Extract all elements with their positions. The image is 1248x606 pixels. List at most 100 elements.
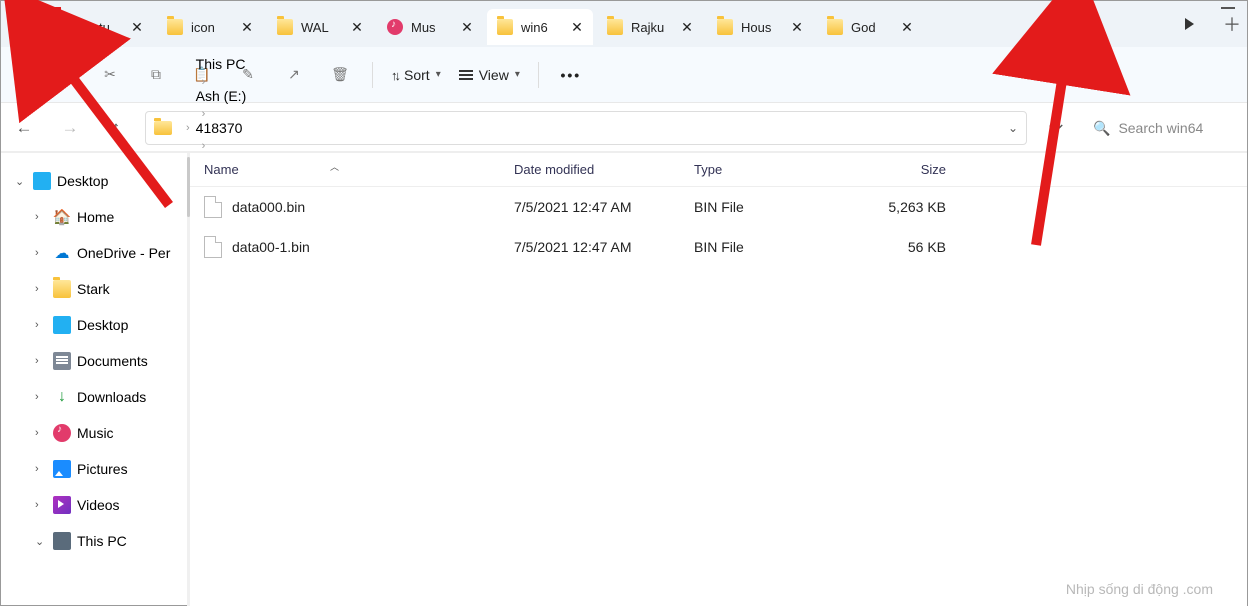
chevron-icon[interactable]: ⌄ (35, 535, 47, 548)
sidebar-item-label: Documents (77, 353, 148, 369)
tab-close-button[interactable]: ✕ (787, 17, 807, 37)
tab-god[interactable]: God ✕ (817, 9, 923, 45)
sidebar-item-this-pc[interactable]: ⌄ This PC (1, 523, 187, 559)
sidebar-item-label: Desktop (77, 317, 128, 333)
doc-icon (53, 352, 71, 370)
tab-close-button[interactable]: ✕ (347, 17, 367, 37)
chevron-icon[interactable]: › (35, 499, 47, 511)
sidebar-item-desktop[interactable]: › Desktop (1, 307, 187, 343)
search-placeholder: Search win64 (1118, 120, 1203, 136)
toolbar: ＋ ✂ ⧉ 📋 ✎ ↗ 🗑 Sort▾ View▾ ••• (1, 47, 1247, 103)
sidebar-item-label: Downloads (77, 389, 146, 405)
chevron-down-icon[interactable]: ⌄ (15, 175, 27, 188)
column-date[interactable]: Date modified (500, 162, 680, 177)
chevron-icon[interactable]: › (35, 247, 47, 259)
chevron-icon[interactable]: › (35, 463, 47, 475)
tab-label: Hous (741, 20, 781, 35)
sort-button[interactable]: Sort▾ (385, 67, 447, 83)
breadcrumb-segment[interactable]: This PC (196, 56, 270, 72)
view-button[interactable]: View▾ (453, 67, 526, 83)
chevron-icon[interactable]: › (35, 391, 47, 403)
desk-icon (53, 316, 71, 334)
back-button[interactable]: ← (7, 111, 41, 145)
column-size[interactable]: Size (830, 162, 960, 177)
pic-icon (53, 460, 71, 478)
search-input[interactable]: 🔍 Search win64 (1085, 111, 1235, 145)
tab-rajku[interactable]: Rajku ✕ (597, 9, 703, 45)
share-button[interactable]: ↗ (274, 55, 314, 95)
tab-close-button[interactable]: ✕ (457, 17, 477, 37)
folder-icon (154, 121, 172, 135)
music-icon (387, 19, 403, 35)
chevron-icon[interactable]: › (35, 319, 47, 331)
refresh-button[interactable]: ⟳ (1039, 111, 1073, 145)
tab-close-button[interactable]: ✕ (567, 17, 587, 37)
sidebar-item-music[interactable]: › Music (1, 415, 187, 451)
tab-icon[interactable]: icon ✕ (157, 9, 263, 45)
address-row: ← → ↑ › This PC›Ash (E:)›418370›remote›w… (1, 103, 1247, 152)
sidebar-item-documents[interactable]: › Documents (1, 343, 187, 379)
sidebar-item-pictures[interactable]: › Pictures (1, 451, 187, 487)
breadcrumb-segment[interactable]: 418370 (196, 120, 270, 136)
tab-close-button[interactable]: ✕ (897, 17, 917, 37)
search-icon: 🔍 (1093, 120, 1110, 137)
tab-close-button[interactable]: ✕ (677, 17, 697, 37)
sidebar-item-videos[interactable]: › Videos (1, 487, 187, 523)
file-size: 56 KB (830, 239, 960, 255)
new-item-button[interactable]: ＋ (15, 64, 37, 86)
desktop-icon (33, 172, 51, 190)
tab-label: WAL (301, 20, 341, 35)
tab-label: Pictu (81, 20, 121, 35)
chevron-icon[interactable]: › (35, 211, 47, 223)
sidebar-item-label: This PC (77, 533, 127, 549)
triangle-left-icon (19, 18, 28, 30)
file-row[interactable]: data000.bin 7/5/2021 12:47 AM BIN File 5… (190, 187, 1247, 227)
file-date: 7/5/2021 12:47 AM (500, 199, 680, 215)
tab-label: win6 (521, 20, 561, 35)
tab-label: Mus (411, 20, 451, 35)
tab-strip: Pictu ✕ icon ✕ WAL ✕ Mus ✕ win6 ✕ Rajku … (1, 1, 1247, 47)
column-type[interactable]: Type (680, 162, 830, 177)
file-icon (204, 236, 222, 258)
chevron-icon[interactable]: › (35, 283, 47, 295)
breadcrumb-bar[interactable]: › This PC›Ash (E:)›418370›remote›win64_s… (145, 111, 1027, 145)
forward-button[interactable]: → (53, 111, 87, 145)
sidebar-root-desktop[interactable]: ⌄ Desktop (1, 163, 187, 199)
file-row[interactable]: data00-1.bin 7/5/2021 12:47 AM BIN File … (190, 227, 1247, 267)
breadcrumb-segment[interactable]: Ash (E:) (196, 88, 270, 104)
sidebar-item-label: Stark (77, 281, 110, 297)
sidebar-resize-handle[interactable] (187, 153, 190, 606)
sidebar-item-label: Music (77, 425, 114, 441)
sidebar-item-label: Videos (77, 497, 120, 513)
copy-button[interactable]: ⧉ (136, 55, 176, 95)
column-name[interactable]: ︿Name (190, 162, 500, 177)
tab-pictu[interactable]: Pictu ✕ (47, 9, 153, 45)
chevron-icon[interactable]: › (35, 427, 47, 439)
sidebar-item-home[interactable]: › Home (1, 199, 187, 235)
tab-close-button[interactable]: ✕ (127, 17, 147, 37)
tab-wal[interactable]: WAL ✕ (267, 9, 373, 45)
chevron-icon[interactable]: › (35, 355, 47, 367)
pc-icon (53, 532, 71, 550)
up-button[interactable]: ↑ (99, 111, 133, 145)
folder-icon (497, 19, 513, 35)
folder-icon (277, 19, 293, 35)
sidebar-item-downloads[interactable]: › Downloads (1, 379, 187, 415)
music-icon (53, 424, 71, 442)
more-button[interactable]: ••• (551, 55, 591, 95)
cut-button[interactable]: ✂ (90, 55, 130, 95)
new-tab-button[interactable]: ＋ (1217, 9, 1247, 39)
delete-button[interactable]: 🗑 (320, 55, 360, 95)
sidebar-item-stark[interactable]: › Stark (1, 271, 187, 307)
tab-close-button[interactable]: ✕ (237, 17, 257, 37)
tab-hous[interactable]: Hous ✕ (707, 9, 813, 45)
folder-icon (53, 280, 71, 298)
tab-scroll-right-button[interactable] (1173, 8, 1205, 40)
minimize-button[interactable] (1221, 7, 1235, 9)
tab-win6[interactable]: win6 ✕ (487, 9, 593, 45)
sidebar-root-label: Desktop (57, 173, 108, 189)
sidebar-item-onedrive---per[interactable]: › OneDrive - Per (1, 235, 187, 271)
address-dropdown[interactable]: ⌄ (1008, 121, 1018, 135)
tab-mus[interactable]: Mus ✕ (377, 9, 483, 45)
tab-scroll-left-button[interactable] (7, 8, 39, 40)
